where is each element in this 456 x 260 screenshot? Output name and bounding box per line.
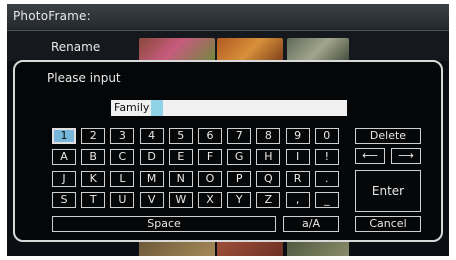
- cancel-key[interactable]: Cancel: [355, 216, 421, 232]
- screen: PhotoFrame: Rename Please input Family 1…: [7, 4, 449, 256]
- key-9[interactable]: 9: [285, 128, 310, 144]
- text-cursor: [151, 100, 163, 116]
- case-toggle-key[interactable]: a/A: [283, 216, 339, 232]
- key-exclamation[interactable]: !: [314, 149, 339, 166]
- dialog-prompt: Please input: [47, 71, 121, 85]
- key-e[interactable]: E: [168, 149, 193, 166]
- delete-key[interactable]: Delete: [355, 128, 421, 144]
- key-n[interactable]: N: [168, 170, 193, 187]
- app-title: PhotoFrame:: [13, 9, 91, 23]
- key-4[interactable]: 4: [139, 128, 164, 144]
- text-input-value: Family: [114, 101, 150, 114]
- key-v[interactable]: V: [139, 192, 164, 209]
- right-arrow-key[interactable]: ⟶: [391, 148, 421, 164]
- key-q[interactable]: Q: [256, 170, 281, 187]
- key-g[interactable]: G: [227, 149, 252, 166]
- key-y[interactable]: Y: [227, 192, 252, 209]
- input-dialog: Please input Family 1 2 3 4 5 6 7 8 9 0 A B C D E F G H I!…: [13, 60, 443, 242]
- key-s[interactable]: S: [52, 192, 76, 209]
- key-w[interactable]: W: [168, 192, 193, 209]
- key-a[interactable]: A: [52, 149, 76, 166]
- key-d[interactable]: D: [139, 149, 164, 166]
- key-3[interactable]: 3: [110, 128, 135, 144]
- key-period[interactable]: .: [314, 170, 339, 187]
- photo-thumbnail: [287, 240, 349, 256]
- key-5[interactable]: 5: [168, 128, 193, 144]
- key-6[interactable]: 6: [198, 128, 222, 144]
- key-2[interactable]: 2: [81, 128, 106, 144]
- key-0[interactable]: 0: [314, 128, 339, 144]
- key-t[interactable]: T: [81, 192, 106, 209]
- photo-thumbnail: [217, 240, 283, 256]
- key-8[interactable]: 8: [256, 128, 281, 144]
- key-comma[interactable]: ,: [285, 192, 310, 209]
- key-z[interactable]: Z: [256, 192, 281, 209]
- key-c[interactable]: C: [110, 149, 135, 166]
- key-k[interactable]: K: [81, 170, 106, 187]
- key-i[interactable]: I: [285, 149, 310, 166]
- key-p[interactable]: P: [227, 170, 252, 187]
- key-j[interactable]: J: [52, 170, 76, 187]
- enter-key[interactable]: Enter: [355, 170, 421, 212]
- key-r[interactable]: R: [285, 170, 310, 187]
- left-arrow-key[interactable]: ⟵: [355, 148, 385, 164]
- key-m[interactable]: M: [139, 170, 164, 187]
- key-l[interactable]: L: [110, 170, 135, 187]
- key-o[interactable]: O: [198, 170, 222, 187]
- key-underscore[interactable]: _: [314, 192, 339, 209]
- key-7[interactable]: 7: [227, 128, 252, 144]
- photo-thumbnail: [139, 240, 215, 256]
- space-key[interactable]: Space: [52, 216, 276, 232]
- key-h[interactable]: H: [256, 149, 281, 166]
- menu-item-rename[interactable]: Rename: [51, 40, 100, 54]
- key-u[interactable]: U: [110, 192, 135, 209]
- text-input[interactable]: Family: [111, 100, 347, 116]
- key-x[interactable]: X: [198, 192, 222, 209]
- key-1[interactable]: 1: [52, 128, 76, 144]
- key-f[interactable]: F: [198, 149, 222, 166]
- key-b[interactable]: B: [81, 149, 106, 166]
- top-bar: PhotoFrame:: [7, 4, 449, 31]
